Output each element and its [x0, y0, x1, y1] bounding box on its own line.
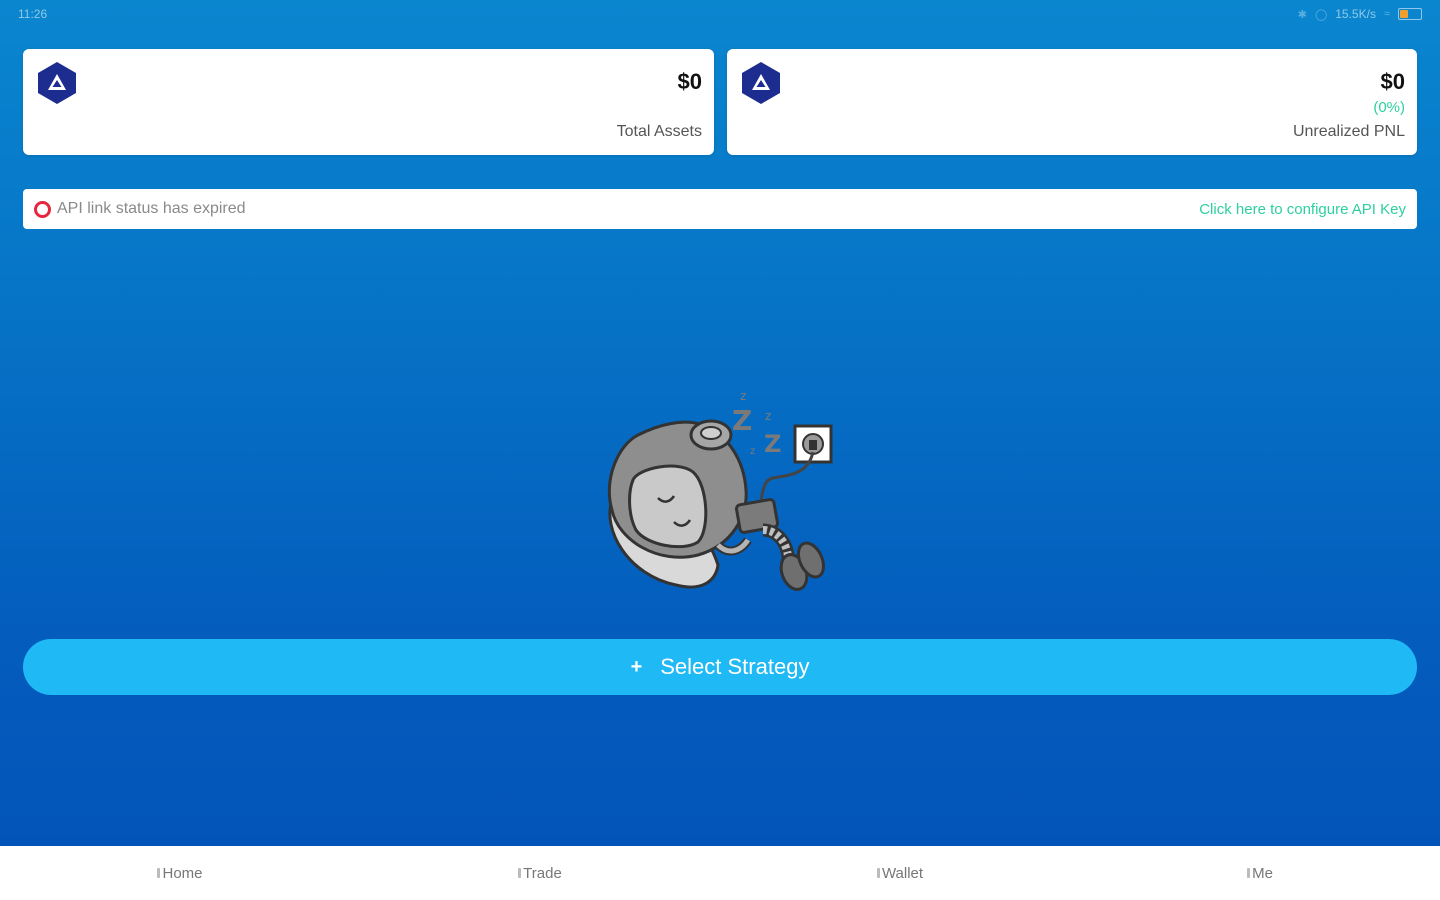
profile-icon	[1247, 868, 1251, 878]
home-icon	[157, 868, 161, 878]
svg-text:z: z	[740, 389, 746, 403]
status-time: 11:26	[18, 7, 48, 21]
nav-label-home: Home	[162, 864, 203, 882]
exchange-logo-icon	[742, 62, 780, 104]
svg-text:Z: Z	[764, 430, 781, 458]
select-strategy-button[interactable]: + Select Strategy	[23, 639, 1417, 695]
nav-item-trade[interactable]: Trade	[360, 846, 720, 900]
network-speed: 15.5K/s	[1335, 7, 1376, 21]
unrealized-pnl-amount: $0	[1380, 69, 1405, 94]
svg-text:Z: Z	[732, 404, 752, 437]
nav-item-home[interactable]: Home	[0, 846, 360, 900]
wallet-icon	[876, 868, 880, 878]
total-assets-card[interactable]: $0 Total Assets	[23, 49, 714, 155]
nav-item-me[interactable]: Me	[1080, 846, 1440, 900]
nav-label-trade: Trade	[523, 864, 562, 882]
exchange-logo-icon	[38, 62, 76, 104]
svg-text:z: z	[750, 446, 755, 457]
unrealized-pnl-label: Unrealized PNL	[1292, 123, 1405, 140]
nav-item-wallet[interactable]: Wallet	[720, 846, 1080, 900]
wifi-icon: ≈	[1383, 8, 1390, 20]
total-assets-label: Total Assets	[616, 123, 702, 140]
unrealized-pnl-card[interactable]: $0 (0%) Unrealized PNL	[727, 49, 1417, 155]
svg-text:z: z	[765, 409, 771, 423]
api-status-bar: API link status has expired Click here t…	[23, 189, 1417, 229]
sleeping-robot-illustration: z Z z Z z	[607, 389, 833, 591]
select-strategy-label: Select Strategy	[660, 654, 810, 679]
configure-api-key-link[interactable]: Click here to configure API Key	[1199, 201, 1406, 218]
nav-label-wallet: Wallet	[881, 864, 924, 882]
nav-label-me: Me	[1252, 864, 1273, 882]
api-status: API link status has expired	[34, 200, 246, 218]
alert-circle-icon	[34, 200, 51, 218]
unrealized-pnl-percent: (0%)	[1373, 99, 1405, 116]
status-bar: 11:26 ✱ ◯ 15.5K/s ≈	[0, 0, 1440, 28]
trade-icon	[518, 868, 522, 878]
total-assets-amount: $0	[677, 69, 702, 94]
api-status-text: API link status has expired	[57, 200, 246, 217]
plus-icon: +	[630, 655, 643, 678]
status-indicators: ✱ ◯ 15.5K/s ≈	[1298, 7, 1422, 21]
bluetooth-icon: ✱	[1297, 8, 1307, 21]
bottom-navigation: Home Trade Wallet Me	[0, 846, 1440, 900]
alarm-icon: ◯	[1314, 8, 1328, 21]
battery-icon	[1398, 8, 1422, 20]
